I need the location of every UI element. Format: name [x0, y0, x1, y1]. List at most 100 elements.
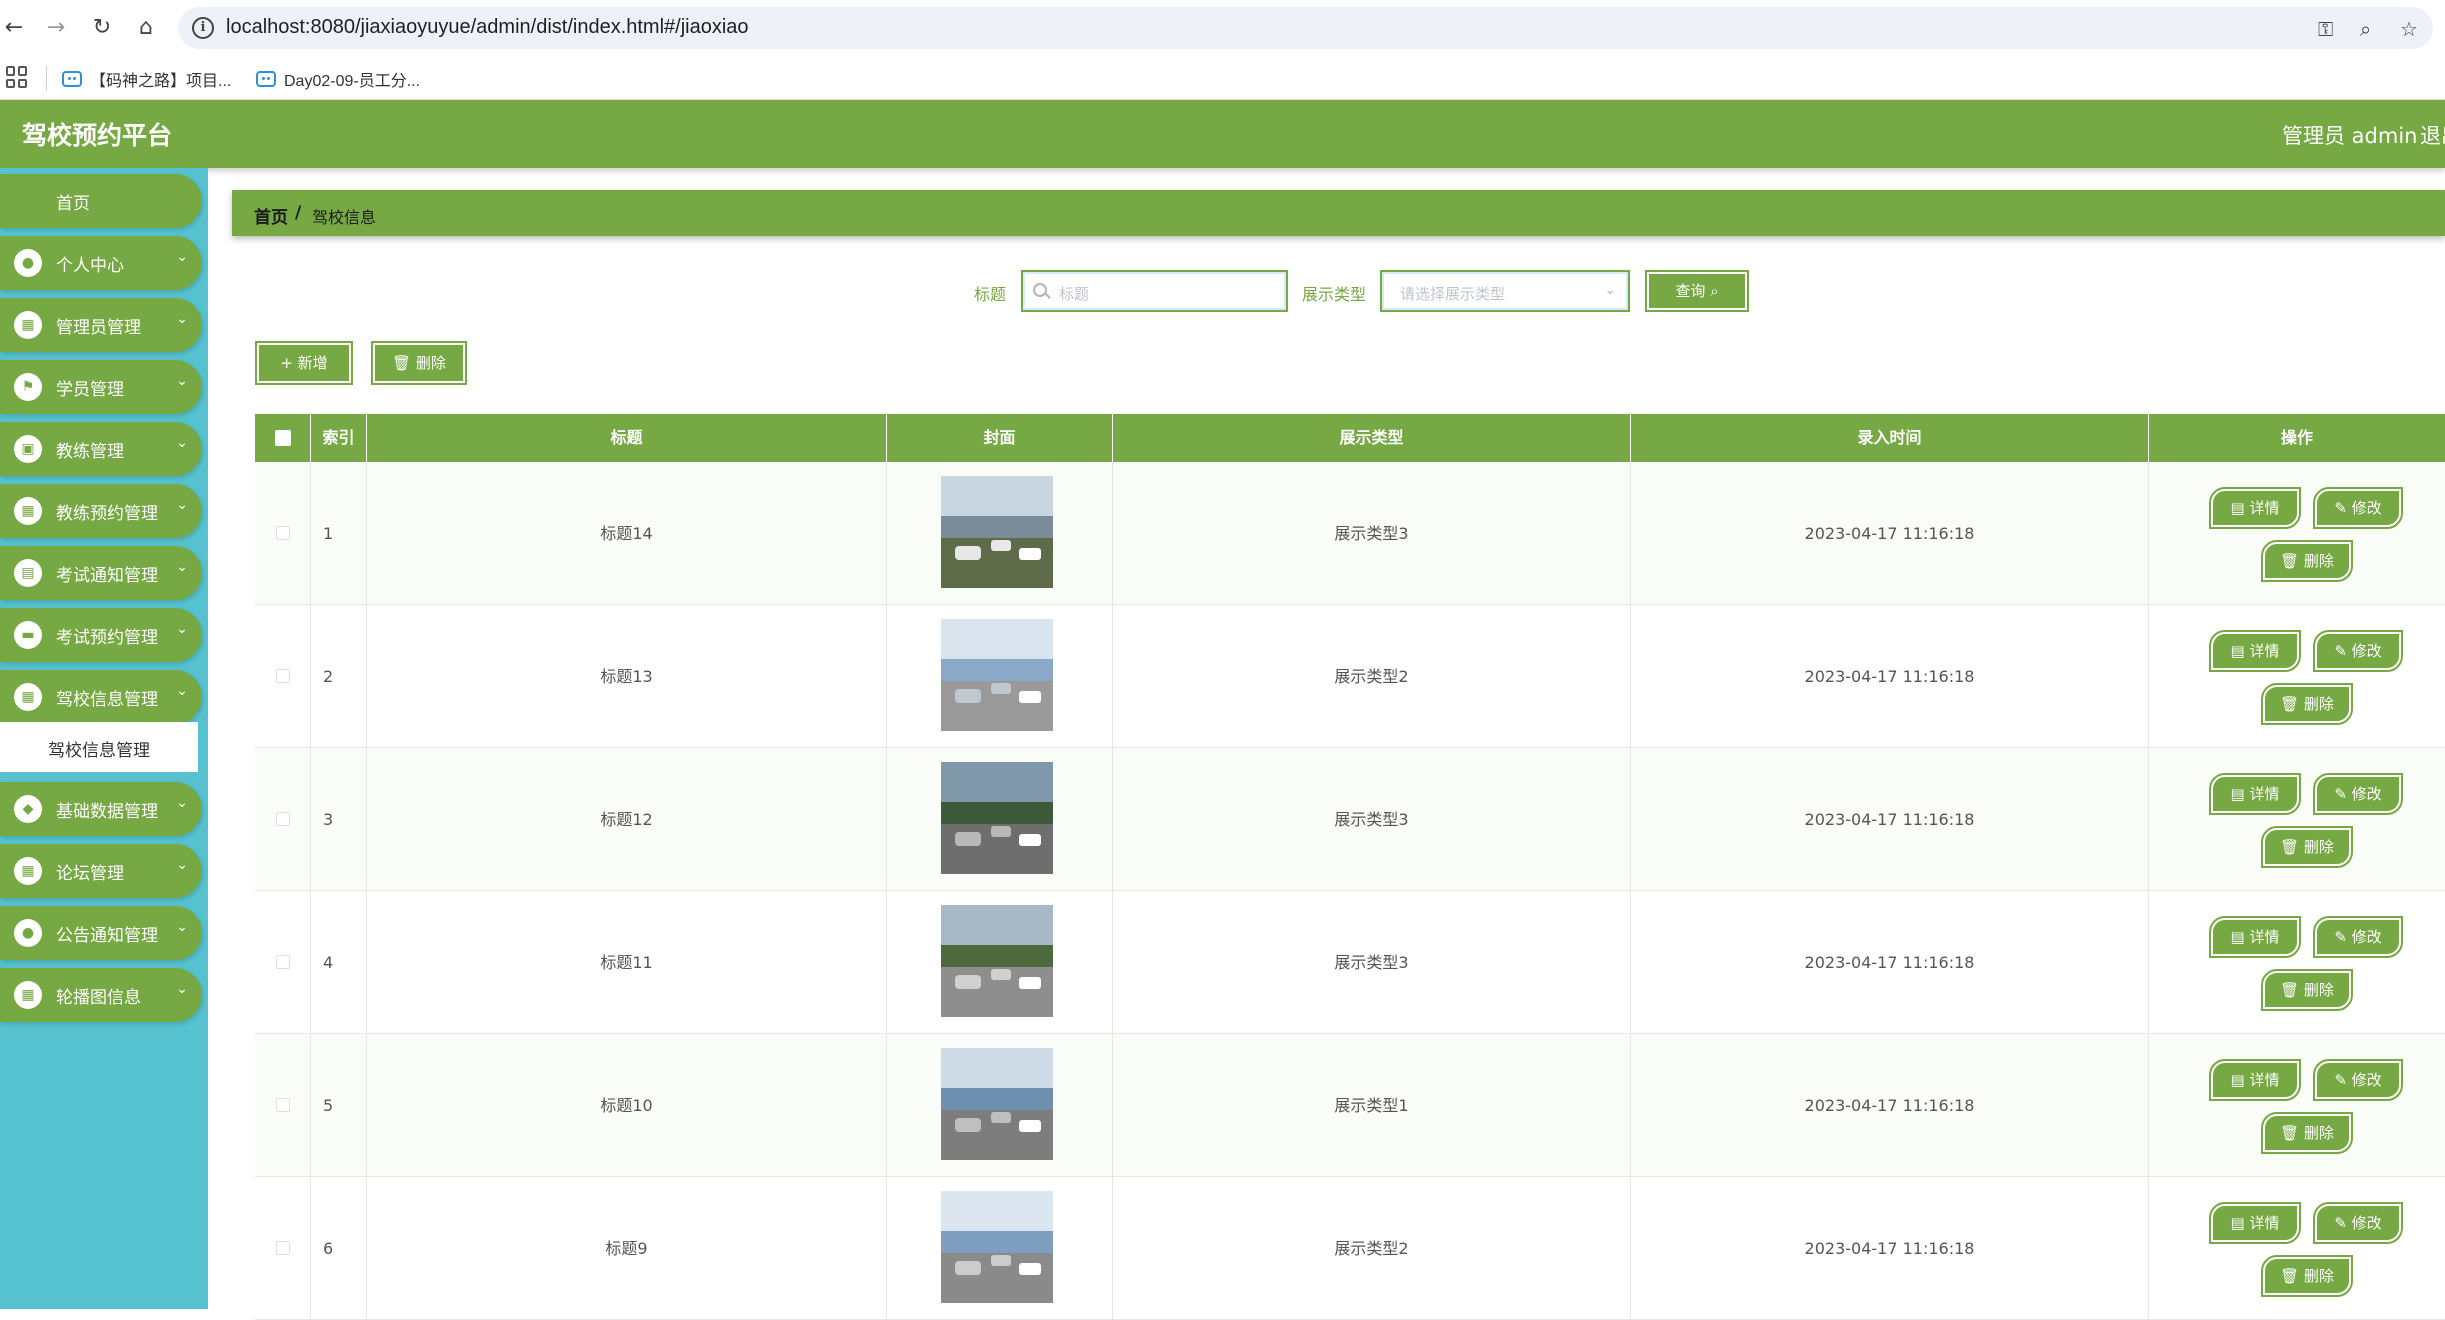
- document-icon: ▤: [2230, 1214, 2250, 1232]
- sidebar-item-forum[interactable]: ▦ 论坛管理 ⌄: [0, 844, 202, 898]
- bookmark-item[interactable]: Day02-09-员工分...: [256, 67, 420, 91]
- row-checkbox[interactable]: [276, 526, 290, 540]
- cover-image[interactable]: [941, 619, 1053, 731]
- sidebar-subitem-school-info[interactable]: 驾校信息管理: [0, 722, 198, 772]
- sidebar-item-exam-notice[interactable]: ▤ 考试通知管理 ⌄: [0, 546, 202, 600]
- sidebar-item-personal-center[interactable]: ● 个人中心 ⌄: [0, 236, 202, 290]
- row-delete-button-label: 删除: [2303, 1124, 2334, 1142]
- detail-button[interactable]: ▤ 详情: [2209, 1202, 2301, 1244]
- sidebar-item-school-info[interactable]: ▦ 驾校信息管理 ⌄: [0, 670, 202, 724]
- plus-icon: +: [280, 354, 298, 372]
- pencil-icon: ✎: [2334, 1214, 2352, 1232]
- column-header-time: 录入时间: [1631, 414, 2149, 462]
- column-header-type: 展示类型: [1113, 414, 1631, 462]
- header-select-cell: [255, 414, 311, 462]
- address-bar[interactable]: i localhost:8080/jiaxiaoyuyue/admin/dist…: [178, 7, 2433, 49]
- index-cell: 2: [311, 605, 367, 748]
- sidebar-item-exam-booking[interactable]: ▬ 考试预约管理 ⌄: [0, 608, 202, 662]
- detail-button[interactable]: ▤ 详情: [2209, 773, 2301, 815]
- search-button[interactable]: 查询 ⌕: [1645, 270, 1749, 312]
- search-icon: [1033, 283, 1047, 297]
- reload-icon[interactable]: ↻: [88, 14, 116, 42]
- chevron-down-icon: ⌄: [176, 249, 188, 265]
- table-row: 6 标题9 展示类型2 2023-04-17 11:16:18 ▤ 详情 ✎ 修改 🗑 删除: [255, 1177, 2445, 1320]
- row-delete-button[interactable]: 🗑 删除: [2261, 969, 2353, 1011]
- cover-image[interactable]: [941, 1048, 1053, 1160]
- type-select[interactable]: 请选择展示类型 ⌄: [1380, 270, 1630, 312]
- title-cell: 标题11: [367, 891, 887, 1034]
- row-delete-button[interactable]: 🗑 删除: [2261, 1255, 2353, 1297]
- row-delete-button[interactable]: 🗑 删除: [2261, 826, 2353, 868]
- index-cell: 3: [311, 748, 367, 891]
- cover-cell: [887, 748, 1113, 891]
- detail-button[interactable]: ▤ 详情: [2209, 1059, 2301, 1101]
- edit-button-label: 修改: [2351, 642, 2382, 660]
- grid-icon: ▦: [14, 857, 42, 885]
- sidebar-item-coach-management[interactable]: ▣ 教练管理 ⌄: [0, 422, 202, 476]
- row-checkbox[interactable]: [276, 669, 290, 683]
- edit-button[interactable]: ✎ 修改: [2313, 487, 2403, 529]
- forward-icon[interactable]: →: [42, 14, 70, 42]
- title-cell: 标题10: [367, 1034, 887, 1177]
- row-delete-button-label: 删除: [2303, 695, 2334, 713]
- search-button-label: 查询: [1675, 282, 1706, 300]
- bookmark-item[interactable]: 【码神之路】项目...: [62, 67, 231, 91]
- logout-link[interactable]: 退出: [2420, 120, 2445, 150]
- batch-delete-button[interactable]: 🗑 删除: [371, 341, 467, 385]
- sidebar-item-carousel[interactable]: ▦ 轮播图信息 ⌄: [0, 968, 202, 1022]
- select-all-checkbox[interactable]: [275, 430, 291, 446]
- chevron-down-icon: ⌄: [176, 795, 188, 811]
- edit-button[interactable]: ✎ 修改: [2313, 773, 2403, 815]
- sidebar-item-admin-management[interactable]: ▦ 管理员管理 ⌄: [0, 298, 202, 352]
- add-button[interactable]: + 新增: [255, 341, 353, 385]
- cover-image[interactable]: [941, 476, 1053, 588]
- site-info-icon[interactable]: i: [192, 17, 214, 39]
- cover-image[interactable]: [941, 762, 1053, 874]
- document-icon: ▤: [2230, 499, 2250, 517]
- sidebar-item-coach-booking[interactable]: ▦ 教练预约管理 ⌄: [0, 484, 202, 538]
- sidebar-item-student-management[interactable]: ⚑ 学员管理 ⌄: [0, 360, 202, 414]
- key-icon[interactable]: ⚿: [2318, 17, 2333, 41]
- actions-cell: ▤ 详情 ✎ 修改 🗑 删除: [2149, 1034, 2445, 1177]
- back-icon[interactable]: ←: [0, 14, 28, 42]
- url-text[interactable]: localhost:8080/jiaxiaoyuyue/admin/dist/i…: [226, 16, 749, 39]
- grid-icon: ▦: [14, 497, 42, 525]
- sidebar-item-basic-data[interactable]: ◆ 基础数据管理 ⌄: [0, 782, 202, 836]
- time-cell: 2023-04-17 11:16:18: [1631, 1034, 2149, 1177]
- column-header-title: 标题: [367, 414, 887, 462]
- actions-cell: ▤ 详情 ✎ 修改 🗑 删除: [2149, 1177, 2445, 1320]
- detail-button[interactable]: ▤ 详情: [2209, 487, 2301, 529]
- cover-image[interactable]: [941, 1191, 1053, 1303]
- pencil-icon: ✎: [2334, 928, 2352, 946]
- row-delete-button[interactable]: 🗑 删除: [2261, 683, 2353, 725]
- breadcrumb-home[interactable]: 首页: [254, 203, 288, 228]
- row-checkbox[interactable]: [276, 1241, 290, 1255]
- home-icon[interactable]: ⌂: [132, 14, 160, 42]
- cover-image[interactable]: [941, 905, 1053, 1017]
- type-cell: 展示类型3: [1113, 462, 1631, 605]
- apps-icon[interactable]: [6, 66, 28, 88]
- detail-button[interactable]: ▤ 详情: [2209, 916, 2301, 958]
- sidebar-item-announcement[interactable]: ● 公告通知管理 ⌄: [0, 906, 202, 960]
- detail-button[interactable]: ▤ 详情: [2209, 630, 2301, 672]
- select-cell: [255, 748, 311, 891]
- actions-cell: ▤ 详情 ✎ 修改 🗑 删除: [2149, 748, 2445, 891]
- zoom-icon[interactable]: ⌕: [2360, 17, 2371, 41]
- title-search-input[interactable]: 标题: [1021, 270, 1288, 312]
- row-delete-button[interactable]: 🗑 删除: [2261, 540, 2353, 582]
- star-icon[interactable]: ☆: [2400, 17, 2418, 41]
- edit-button[interactable]: ✎ 修改: [2313, 1202, 2403, 1244]
- row-checkbox[interactable]: [276, 1098, 290, 1112]
- sidebar-item-home[interactable]: 首页: [0, 174, 202, 228]
- row-checkbox[interactable]: [276, 812, 290, 826]
- row-delete-button[interactable]: 🗑 删除: [2261, 1112, 2353, 1154]
- cover-cell: [887, 1034, 1113, 1177]
- bookmark-label: 【码神之路】项目...: [90, 73, 232, 90]
- edit-button[interactable]: ✎ 修改: [2313, 1059, 2403, 1101]
- title-cell: 标题12: [367, 748, 887, 891]
- row-checkbox[interactable]: [276, 955, 290, 969]
- detail-button-label: 详情: [2249, 928, 2280, 946]
- chevron-down-icon: ⌄: [176, 435, 188, 451]
- edit-button[interactable]: ✎ 修改: [2313, 630, 2403, 672]
- edit-button[interactable]: ✎ 修改: [2313, 916, 2403, 958]
